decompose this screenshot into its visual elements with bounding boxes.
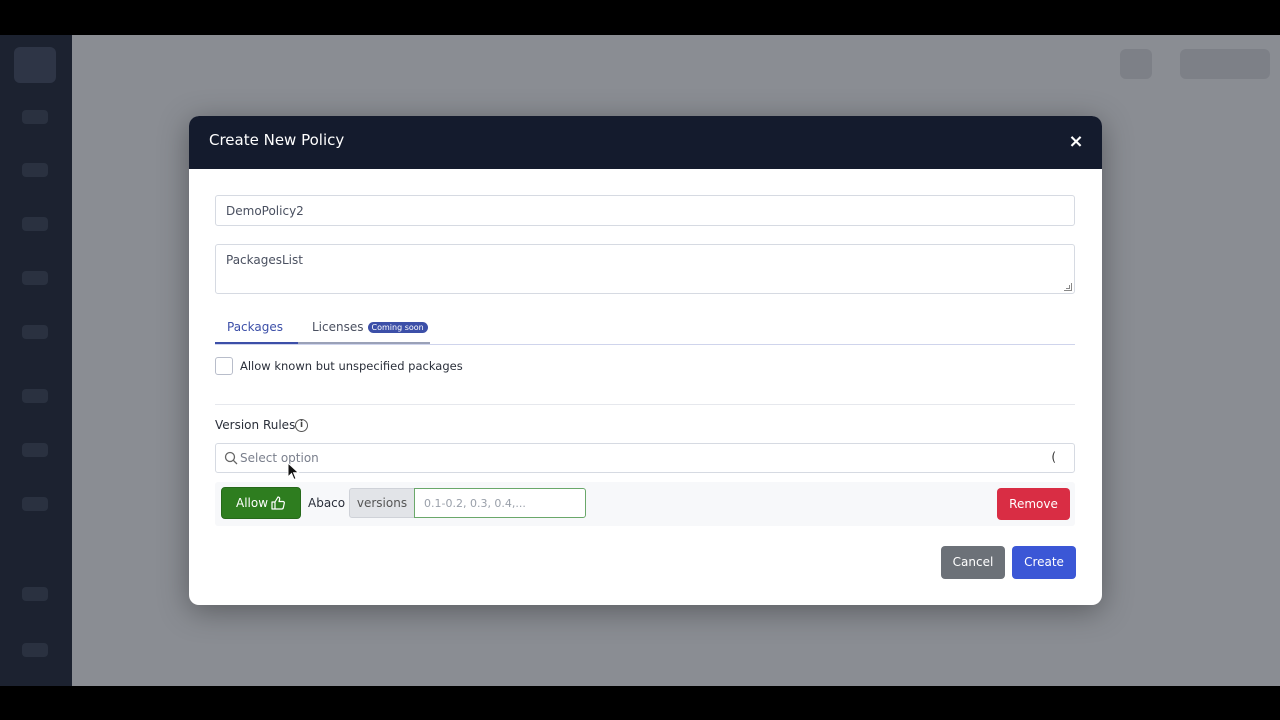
search-icon [224, 451, 238, 465]
coming-soon-badge: Coming soon [367, 322, 428, 333]
sidebar-icon [22, 443, 48, 457]
tab-licenses-label: Licenses [312, 320, 364, 334]
policy-tabs: Packages Licenses Coming soon [215, 320, 1075, 345]
tab-licenses[interactable]: Licenses Coming soon [312, 320, 428, 342]
thumbs-up-icon [271, 496, 285, 510]
letterbox-top [0, 0, 1280, 35]
sidebar-icon [22, 497, 48, 511]
sidebar-icon [22, 217, 48, 231]
version-rule-row: Allow Abaco versions 0.1-0.2, 0.3, 0.4,.… [215, 482, 1075, 526]
sidebar-icon [22, 110, 48, 124]
app-sidebar [0, 35, 72, 686]
create-policy-modal: Create New Policy × DemoPolicy2 Packages… [189, 116, 1102, 605]
remove-rule-button[interactable]: Remove [997, 488, 1070, 520]
close-icon[interactable]: × [1066, 131, 1086, 153]
mouse-cursor-icon [287, 462, 300, 481]
sidebar-icon [22, 587, 48, 601]
package-select[interactable]: Select option ( [215, 443, 1075, 473]
tab-licenses-underline [298, 342, 430, 344]
sidebar-icon [22, 643, 48, 657]
version-rules-title: Version Rules [215, 418, 296, 432]
header-icon [1120, 49, 1152, 79]
select-placeholder: Select option [240, 451, 319, 465]
allow-label: Allow [236, 496, 269, 510]
versions-input[interactable]: 0.1-0.2, 0.3, 0.4,... [414, 488, 586, 518]
section-divider [215, 404, 1075, 405]
cancel-button[interactable]: Cancel [941, 546, 1005, 579]
sidebar-icon [22, 163, 48, 177]
tab-packages-underline [215, 342, 302, 344]
policy-description-textarea[interactable]: PackagesList [215, 244, 1075, 294]
create-button[interactable]: Create [1012, 546, 1076, 579]
info-icon[interactable]: i [295, 419, 308, 432]
loading-spinner-icon: ( [1051, 450, 1056, 464]
tab-packages[interactable]: Packages [227, 320, 283, 342]
resize-handle-icon[interactable] [1064, 283, 1072, 291]
letterbox-bottom [0, 686, 1280, 720]
policy-description-value: PackagesList [226, 253, 303, 267]
sidebar-icon [22, 389, 48, 403]
modal-title: Create New Policy [209, 131, 345, 149]
header-user [1180, 49, 1270, 79]
allow-unspecified-label: Allow known but unspecified packages [240, 359, 463, 373]
modal-header: Create New Policy × [189, 116, 1102, 169]
rule-package-name: Abaco [308, 496, 346, 510]
sidebar-icon [22, 325, 48, 339]
allow-toggle-button[interactable]: Allow [221, 487, 301, 519]
versions-addon: versions [349, 488, 415, 518]
sidebar-icon [22, 271, 48, 285]
allow-unspecified-checkbox[interactable] [215, 357, 233, 375]
policy-name-input[interactable]: DemoPolicy2 [215, 195, 1075, 226]
app-logo [14, 47, 56, 83]
